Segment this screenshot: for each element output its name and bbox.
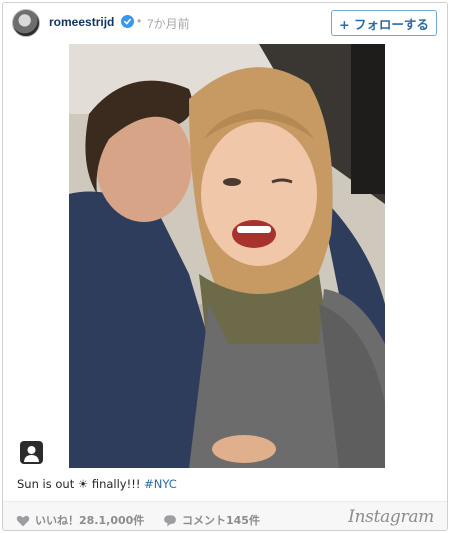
post-timestamp[interactable]: 7か月前 (147, 15, 190, 32)
likes-section[interactable]: いいね！28.1,000件 (16, 512, 144, 528)
follow-button[interactable]: + フォローする (331, 10, 437, 36)
instagram-embed-card: romeestrijd • 7か月前 + フォローする Sun is out ☀… (2, 2, 448, 531)
caption-text: Sun is out ☀ finally!!! (17, 477, 145, 491)
comments-count: コメント145件 (182, 514, 260, 527)
post-caption: Sun is out ☀ finally!!! #NYC (17, 477, 177, 491)
username-link[interactable]: romeestrijd (49, 15, 114, 29)
post-footer: いいね！28.1,000件 コメント145件 Instagram (3, 501, 447, 530)
heart-icon (16, 515, 30, 526)
comments-section[interactable]: コメント145件 (163, 512, 260, 528)
hashtag-link[interactable]: #NYC (144, 477, 177, 491)
user-tag-icon[interactable] (20, 441, 43, 464)
avatar[interactable] (12, 9, 40, 37)
verified-badge-icon (121, 15, 134, 28)
separator-dot: • (137, 14, 142, 28)
instagram-logo[interactable]: Instagram (348, 507, 434, 527)
post-header: romeestrijd • 7か月前 + フォローする (3, 3, 447, 43)
photo-illustration (69, 44, 385, 468)
post-photo[interactable] (69, 44, 385, 468)
likes-count: いいね！28.1,000件 (35, 514, 145, 527)
comment-icon (164, 514, 176, 526)
